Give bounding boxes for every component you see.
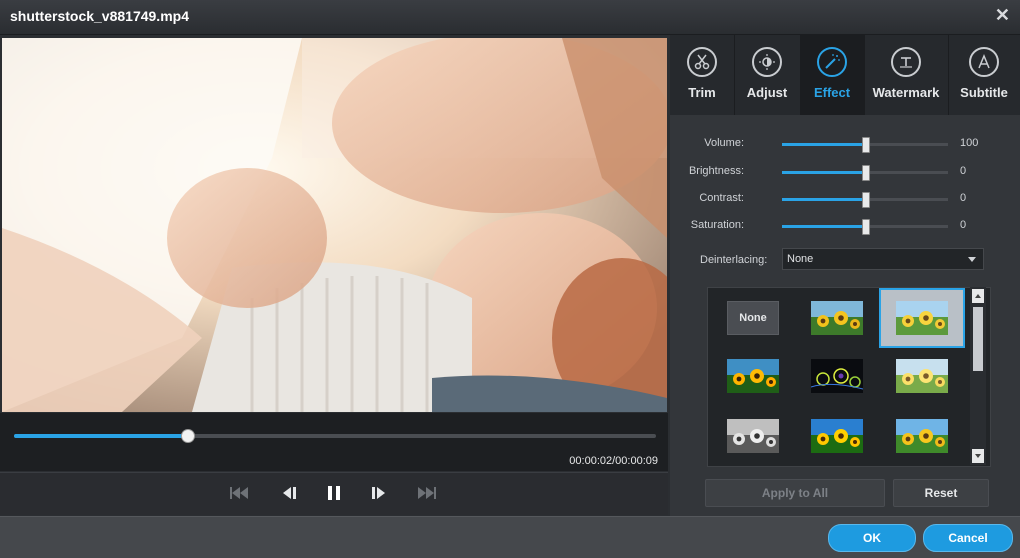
sunflower-image [896,419,948,453]
tab-watermark-label: Watermark [872,85,940,100]
brightness-label: Brightness: [688,165,744,177]
effect-panel: Volume: 100 Brightness: 0 Contrast: 0 Sa… [670,115,1020,517]
saturation-label: Saturation: [690,219,744,231]
tab-subtitle[interactable]: Subtitle [948,35,1020,115]
tab-effect-label: Effect [813,85,851,100]
effect-thumbnails: None [707,287,991,467]
sunflower-image [811,419,863,453]
magic-wand-icon [817,47,847,77]
ok-button[interactable]: OK [828,524,916,552]
brightness-slider[interactable] [782,165,948,181]
effect-thumb-none[interactable]: None [710,292,796,344]
tab-adjust-label: Adjust [746,85,788,100]
close-icon[interactable]: ✕ [995,5,1010,26]
adjust-icon [752,47,782,77]
scroll-up-icon[interactable] [972,289,984,303]
timecode: 00:00:02/00:00:09 [569,455,658,467]
sunflower-image [727,419,779,453]
effect-none-label: None [727,301,779,335]
playback-controls [0,472,668,515]
progress-handle[interactable] [181,429,196,443]
tab-subtitle-label: Subtitle [960,85,1008,100]
effect-thumb-selected[interactable] [879,288,965,348]
contrast-value: 0 [960,192,967,204]
tab-effect[interactable]: Effect [800,35,865,115]
pause-icon[interactable] [323,483,345,503]
progress-fill [14,434,188,438]
dialog-footer: OK Cancel [0,516,1020,558]
volume-value: 100 [960,137,979,149]
contrast-row: Contrast: 0 [670,189,1020,211]
apply-to-all-button[interactable]: Apply to All [705,479,885,507]
deinterlacing-select[interactable]: None [782,248,984,270]
contrast-label: Contrast: [699,192,744,204]
tab-watermark[interactable]: Watermark [864,35,949,115]
cancel-button[interactable]: Cancel [923,524,1013,552]
effect-thumb[interactable] [794,292,880,344]
sunflower-image [896,301,948,335]
scroll-down-icon[interactable] [972,449,984,463]
playback-bar: 00:00:02/00:00:09 [0,413,668,471]
sunflower-image [896,359,948,393]
sunflower-image [811,301,863,335]
brightness-row: Brightness: 0 [670,162,1020,184]
deinterlacing-value: None [787,253,814,265]
scroll-thumb[interactable] [973,307,983,371]
effect-thumb[interactable] [794,410,880,462]
tab-trim-label: Trim [688,85,716,100]
effect-thumb[interactable] [879,350,965,402]
window-title: shutterstock_v881749.mp4 [10,8,189,24]
saturation-value: 0 [960,219,967,231]
tab-adjust[interactable]: Adjust [734,35,801,115]
effects-scrollbar[interactable] [970,287,986,465]
scissors-icon [687,47,717,77]
skip-forward-icon[interactable] [416,483,438,503]
saturation-row: Saturation: 0 [670,216,1020,238]
reset-button[interactable]: Reset [893,479,989,507]
step-back-icon[interactable] [278,483,300,503]
brightness-slider-handle[interactable] [862,165,870,181]
progress-track[interactable] [14,429,656,443]
tab-trim[interactable]: Trim [670,35,735,115]
video-frame-image [2,38,667,412]
effect-thumb[interactable] [879,410,965,462]
contrast-slider-handle[interactable] [862,192,870,208]
volume-slider[interactable] [782,137,948,153]
watermark-icon [891,47,921,77]
effect-thumb[interactable] [710,350,796,402]
sunflower-image [811,359,863,393]
effect-thumb[interactable] [794,350,880,402]
edit-tabs: Trim Adjust Effect Watermark Subtitle [670,35,1020,115]
video-preview[interactable] [2,38,667,412]
volume-label: Volume: [704,137,744,149]
deinterlacing-label: Deinterlacing: [700,254,768,266]
subtitle-icon [969,47,999,77]
saturation-slider[interactable] [782,219,948,235]
saturation-slider-handle[interactable] [862,219,870,235]
sunflower-image [727,359,779,393]
volume-slider-handle[interactable] [862,137,870,153]
effect-thumb[interactable] [710,410,796,462]
brightness-value: 0 [960,165,967,177]
step-forward-icon[interactable] [368,483,390,503]
volume-row: Volume: 100 [670,134,1020,156]
skip-back-icon[interactable] [228,483,250,503]
chevron-down-icon [968,257,976,262]
contrast-slider[interactable] [782,192,948,208]
title-bar: shutterstock_v881749.mp4 ✕ [0,0,1020,35]
